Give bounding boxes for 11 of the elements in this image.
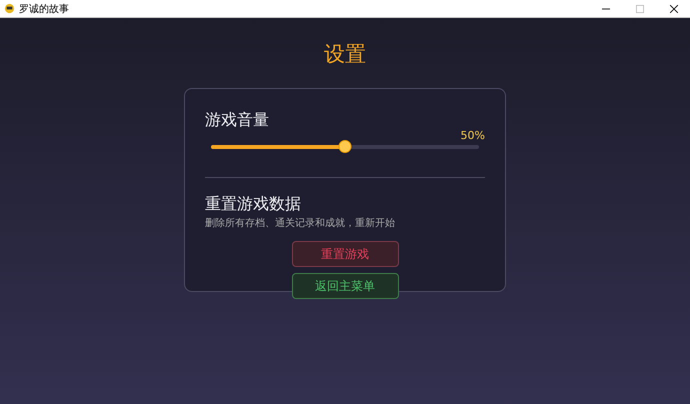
volume-label: 游戏音量 bbox=[205, 109, 270, 131]
reset-description: 删除所有存档、通关记录和成就，重新开始 bbox=[205, 216, 396, 230]
reset-heading: 重置游戏数据 bbox=[205, 193, 302, 215]
slider-thumb[interactable] bbox=[338, 140, 352, 153]
back-button[interactable]: 返回主菜单 bbox=[292, 273, 398, 299]
reset-button[interactable]: 重置游戏 bbox=[292, 241, 398, 267]
window-title: 罗诚的故事 bbox=[19, 2, 69, 16]
page-title: 设置 bbox=[324, 42, 366, 66]
app-icon bbox=[4, 3, 15, 14]
close-icon[interactable] bbox=[670, 4, 678, 12]
volume-reading: 50% bbox=[460, 129, 485, 142]
